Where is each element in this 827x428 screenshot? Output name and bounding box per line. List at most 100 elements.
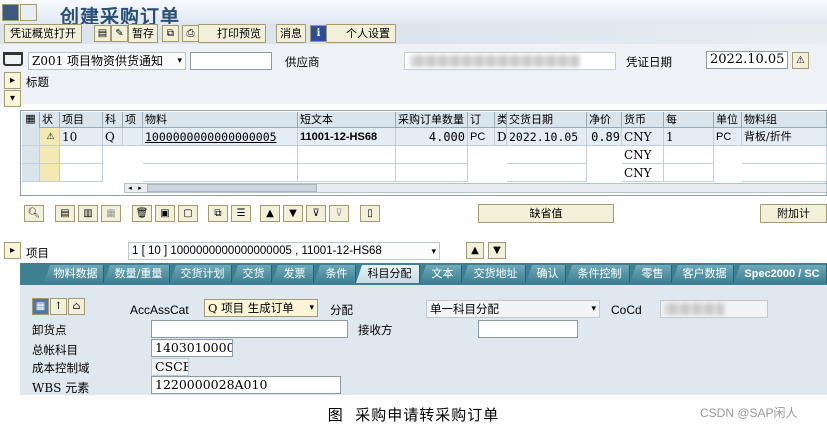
additional-planning-button[interactable]: 附加计 — [760, 204, 827, 223]
unit-cell[interactable]: PC — [714, 128, 742, 146]
printer-icon[interactable]: ⎙ — [182, 25, 199, 42]
col-quantity[interactable]: 采购订单数量 — [396, 112, 468, 128]
tab-texts[interactable]: 文本 — [420, 265, 462, 283]
tab-invoice[interactable]: 发票 — [272, 265, 314, 283]
unloading-point-field[interactable] — [151, 320, 348, 338]
material-cell[interactable] — [143, 146, 298, 164]
deselect-all-icon[interactable]: ▥ — [78, 205, 98, 222]
expand-header-icon[interactable]: ▸ — [4, 72, 21, 89]
acct-cat-cell[interactable]: Q — [103, 128, 123, 146]
status-cell[interactable] — [40, 146, 60, 164]
grid-settings-icon[interactable]: ▦ — [22, 112, 40, 128]
tab-retail[interactable]: 零售 — [630, 265, 672, 283]
hold-button[interactable]: 暂存 — [128, 24, 158, 43]
tab-quantity-weight[interactable]: 数量/重量 — [104, 265, 170, 283]
messages-button[interactable]: 消息 — [276, 24, 306, 43]
info-small-icon[interactable]: ↑ — [50, 298, 67, 315]
next-item-icon[interactable]: ▼ — [488, 242, 506, 259]
acc-ass-cat-select[interactable]: Q 项目 生成订单 ▾ — [204, 299, 318, 317]
details-icon[interactable]: 🔍︎ — [24, 205, 44, 222]
col-delivery-date[interactable]: 交货日期 — [507, 112, 587, 128]
document-icon[interactable]: ▤ — [94, 25, 111, 42]
col-unit[interactable]: 单位 — [714, 112, 742, 128]
material-cell[interactable] — [143, 164, 298, 182]
material-group-cell[interactable]: 背板/折件 — [742, 128, 827, 146]
tab-spec2000[interactable]: Spec2000 / SC — [734, 265, 827, 283]
hold-small-icon[interactable]: ⌂ — [68, 298, 85, 315]
configure-icon[interactable]: ☰ — [231, 205, 251, 222]
sort-asc-icon[interactable]: ▲ — [260, 205, 280, 222]
col-status[interactable]: 状 — [40, 112, 60, 128]
row-selector[interactable] — [22, 164, 40, 182]
delivery-date-cell[interactable]: 2022.10.05 — [507, 128, 587, 146]
material-group-cell[interactable] — [742, 146, 827, 164]
col-per[interactable]: 每 — [664, 112, 714, 128]
doc-type-select[interactable]: Z001 项目物资供货通知 ▾ — [28, 52, 186, 70]
menu-icon[interactable] — [2, 4, 19, 21]
row-selector[interactable] — [22, 146, 40, 164]
tab-condition-control[interactable]: 条件控制 — [566, 265, 630, 283]
tab-conditions[interactable]: 条件 — [314, 265, 356, 283]
overview-button[interactable]: 凭证概览打开 — [4, 24, 82, 43]
unlock-icon[interactable]: ▢ — [178, 205, 198, 222]
sub-item-icon[interactable]: ⧉ — [208, 205, 228, 222]
item-selector[interactable]: 1 [ 10 ] 1000000000000000005 , 11001-12-… — [128, 242, 440, 260]
recipient-field[interactable] — [478, 320, 578, 338]
col-short-text[interactable]: 短文本 — [298, 112, 396, 128]
tab-customer-data[interactable]: 客户数据 — [672, 265, 734, 283]
filter-icon[interactable]: ⊽ — [306, 205, 326, 222]
col-acct-cat[interactable]: 科 — [103, 112, 123, 128]
dropdown-icon[interactable]: ▾ — [431, 243, 436, 259]
collapse-item-icon[interactable]: ▸ — [4, 242, 21, 259]
net-price-cell[interactable]: 0.89 — [587, 128, 622, 146]
category-cell[interactable]: D — [495, 128, 507, 146]
scroll-right-arrow[interactable]: ▸ — [135, 184, 145, 192]
doc-number-field[interactable] — [190, 52, 272, 70]
previous-item-icon[interactable]: ▲ — [466, 242, 484, 259]
currency-cell[interactable]: CNY — [622, 164, 664, 182]
col-material[interactable]: 物料 — [143, 112, 298, 128]
short-text-cell[interactable]: 11001-12-HS68 — [298, 128, 396, 146]
lock-icon[interactable]: ▣ — [155, 205, 175, 222]
dropdown-icon[interactable]: ▾ — [591, 301, 596, 317]
personal-settings-button[interactable]: 个人设置 — [326, 24, 396, 43]
change-icon[interactable]: ✎ — [111, 25, 128, 42]
col-order-unit[interactable]: 订 — [468, 112, 495, 128]
tab-confirmations[interactable]: 确认 — [526, 265, 566, 283]
filter-off-icon[interactable]: ⊽ — [329, 205, 349, 222]
other-doc-icon[interactable]: ⧉ — [162, 25, 179, 42]
quantity-cell[interactable]: 4.000 — [396, 128, 468, 146]
currency-cell[interactable]: CNY — [622, 146, 664, 164]
gl-account-field[interactable]: 1403010000 — [151, 339, 233, 357]
tab-material-data[interactable]: 物料数据 — [44, 265, 104, 283]
row-selector[interactable] — [22, 128, 40, 146]
quantity-cell[interactable] — [396, 146, 468, 164]
scroll-left-arrow[interactable]: ◂ — [125, 184, 135, 192]
material-cell[interactable]: 1000000000000000005 — [143, 128, 298, 146]
menu-icon[interactable] — [20, 4, 37, 21]
print-preview-button[interactable]: 打印预览 — [198, 24, 266, 43]
info-icon[interactable]: i — [310, 25, 327, 42]
short-text-cell[interactable] — [298, 164, 396, 182]
quantity-cell[interactable] — [396, 164, 468, 182]
tab-account-assignment[interactable]: 科目分配 — [356, 265, 420, 283]
short-text-cell[interactable] — [298, 146, 396, 164]
delivery-date-cell[interactable] — [507, 164, 587, 182]
select-all-icon[interactable]: ▤ — [55, 205, 75, 222]
default-values-button[interactable]: 缺省值 — [478, 204, 614, 223]
tab-delivery-schedule[interactable]: 交货计划 — [170, 265, 232, 283]
grid-scrollbar[interactable]: ◂ ▸ — [124, 183, 827, 193]
sort-desc-icon[interactable]: ▼ — [283, 205, 303, 222]
col-category[interactable]: 类 — [495, 112, 507, 128]
doc-date-field[interactable]: 2022.10.05 — [706, 51, 788, 69]
per-cell[interactable] — [664, 146, 714, 164]
wbs-field[interactable]: 1220000028A010 — [151, 376, 341, 394]
dropdown-icon[interactable]: ▾ — [309, 300, 314, 316]
per-cell[interactable] — [664, 164, 714, 182]
item-cell[interactable] — [60, 146, 103, 164]
col-item[interactable]: 项目 — [60, 112, 103, 128]
col-net-price[interactable]: 净价 — [587, 112, 622, 128]
currency-cell[interactable]: CNY — [622, 128, 664, 146]
delivery-date-cell[interactable] — [507, 146, 587, 164]
grid-view-icon[interactable]: ▦ — [32, 298, 49, 315]
